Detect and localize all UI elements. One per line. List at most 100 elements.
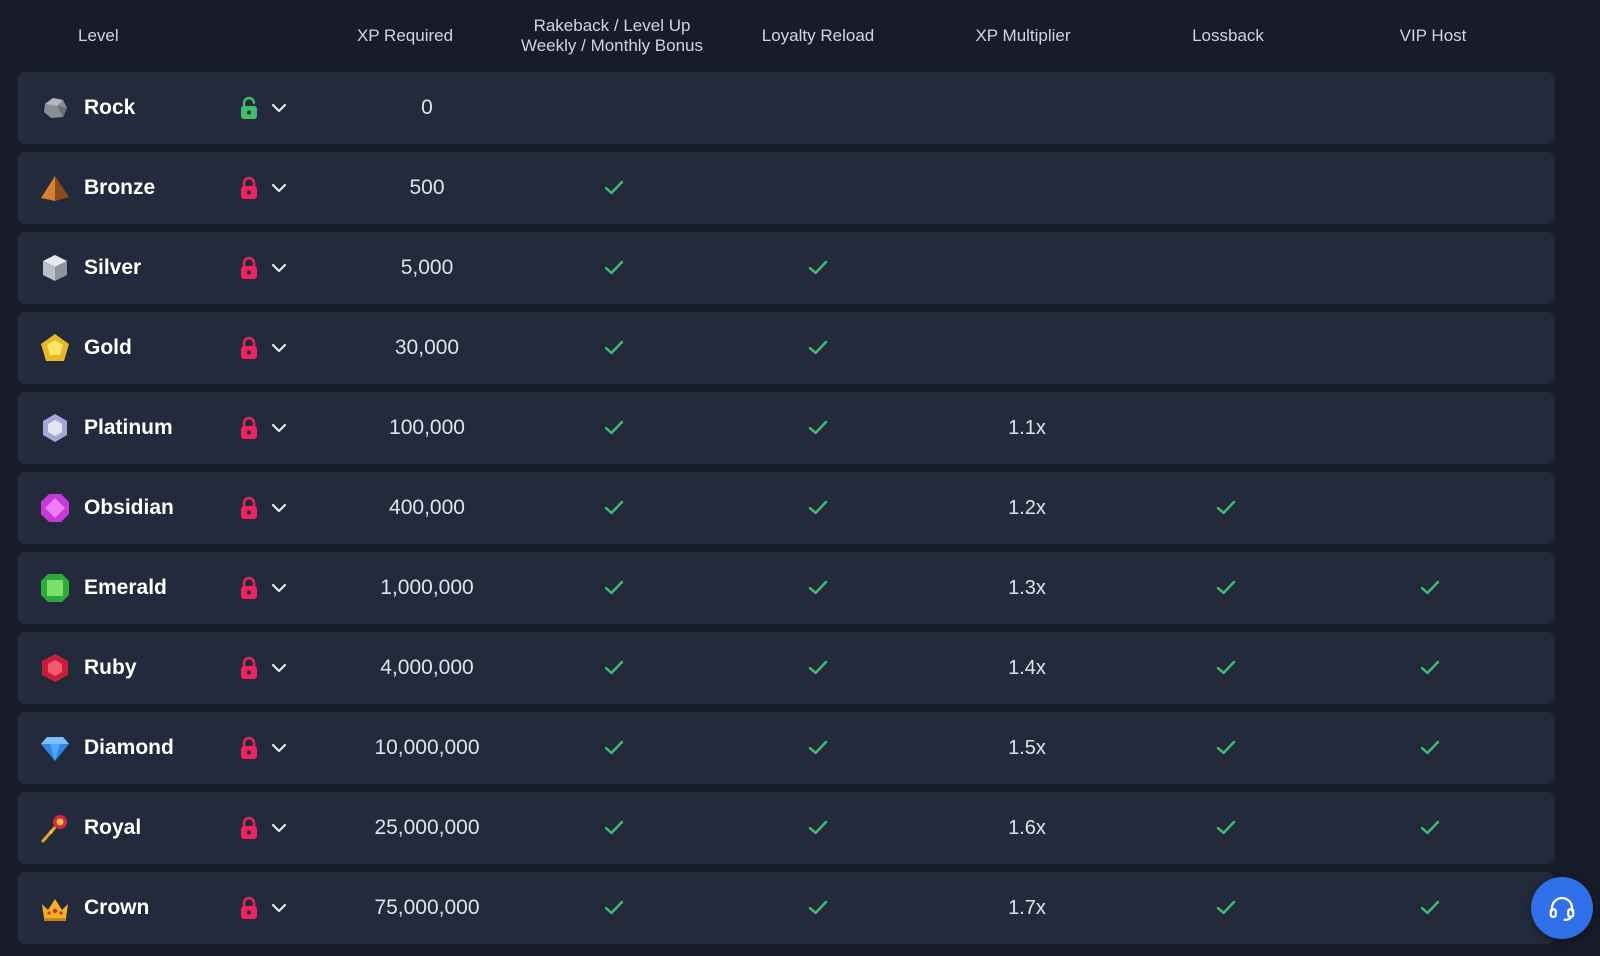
chevron-down-icon[interactable]	[269, 258, 289, 278]
xp-multiplier-value: 1.4x	[1008, 656, 1046, 679]
rakeback-check-icon	[603, 498, 625, 518]
header-loyalty-reload: Loyalty Reload	[761, 26, 875, 45]
lossback-check-icon	[1215, 898, 1237, 918]
xp-required-value: 0	[421, 96, 433, 119]
level-row-platinum[interactable]: Platinum 100,000 1.1x	[17, 392, 1555, 464]
loyalty-reload-check-icon	[807, 818, 829, 838]
level-name: Rock	[84, 96, 136, 119]
xp-required-value: 1,000,000	[380, 576, 474, 599]
diamond-icon	[39, 732, 71, 764]
emerald-gem-icon	[39, 572, 71, 604]
header-rakeback: Rakeback / Level Up Weekly / Monthly Bon…	[500, 0, 724, 72]
rakeback-check-icon	[603, 178, 625, 198]
platinum-hexagon-icon	[39, 412, 71, 444]
level-row-emerald[interactable]: Emerald 1,000,000 1.3x	[17, 552, 1555, 624]
header-xp-multiplier: XP Multiplier	[975, 26, 1071, 45]
chevron-down-icon[interactable]	[269, 98, 289, 118]
lock-icon	[239, 736, 259, 760]
level-name: Ruby	[84, 656, 137, 679]
chevron-down-icon[interactable]	[269, 498, 289, 518]
xp-multiplier-value: 1.3x	[1008, 576, 1046, 599]
xp-multiplier-value: 1.7x	[1008, 896, 1046, 919]
level-row-diamond[interactable]: Diamond 10,000,000 1.5x	[17, 712, 1555, 784]
xp-required-value: 75,000,000	[374, 896, 480, 919]
rakeback-check-icon	[603, 338, 625, 358]
loyalty-reload-check-icon	[807, 738, 829, 758]
header-rakeback-line2: Weekly / Monthly Bonus	[520, 36, 704, 55]
xp-required-value: 5,000	[400, 256, 454, 279]
level-row-bronze[interactable]: Bronze 500	[17, 152, 1555, 224]
xp-multiplier-value: 1.6x	[1008, 816, 1046, 839]
header-vip-host: VIP Host	[1399, 26, 1467, 45]
lossback-check-icon	[1215, 658, 1237, 678]
lock-icon	[239, 656, 259, 680]
chevron-down-icon[interactable]	[269, 818, 289, 838]
table-header: Level XP Required Rakeback / Level Up We…	[0, 0, 1556, 72]
vip-host-check-icon	[1419, 738, 1441, 758]
header-level: Level	[78, 26, 119, 45]
chevron-down-icon[interactable]	[269, 738, 289, 758]
royal-scepter-icon	[39, 812, 71, 844]
level-name: Emerald	[84, 576, 167, 599]
xp-required-value: 30,000	[394, 336, 460, 359]
rakeback-check-icon	[603, 738, 625, 758]
lock-icon	[239, 336, 259, 360]
lock-icon	[239, 176, 259, 200]
support-button[interactable]	[1531, 877, 1593, 939]
level-name: Diamond	[84, 736, 174, 759]
loyalty-reload-check-icon	[807, 898, 829, 918]
header-xp-required: XP Required	[356, 26, 454, 45]
level-row-royal[interactable]: Royal 25,000,000 1.6x	[17, 792, 1555, 864]
level-name: Platinum	[84, 416, 173, 439]
lossback-check-icon	[1215, 498, 1237, 518]
level-name: Obsidian	[84, 496, 174, 519]
rakeback-check-icon	[603, 418, 625, 438]
level-row-silver[interactable]: Silver 5,000	[17, 232, 1555, 304]
rakeback-check-icon	[603, 818, 625, 838]
chevron-down-icon[interactable]	[269, 658, 289, 678]
lock-icon	[239, 576, 259, 600]
chevron-down-icon[interactable]	[269, 418, 289, 438]
vip-host-check-icon	[1419, 658, 1441, 678]
level-name: Royal	[84, 816, 142, 839]
loyalty-reload-check-icon	[807, 658, 829, 678]
silver-cube-icon	[39, 252, 71, 284]
gold-pentagon-icon	[39, 332, 71, 364]
level-row-obsidian[interactable]: Obsidian 400,000 1.2x	[17, 472, 1555, 544]
level-name: Crown	[84, 896, 150, 919]
xp-required-value: 100,000	[389, 416, 465, 439]
loyalty-reload-check-icon	[807, 578, 829, 598]
xp-multiplier-value: 1.5x	[1008, 736, 1046, 759]
chevron-down-icon[interactable]	[269, 178, 289, 198]
level-name: Bronze	[84, 176, 156, 199]
level-name: Gold	[84, 336, 132, 359]
crown-icon	[39, 892, 71, 924]
rakeback-check-icon	[603, 258, 625, 278]
chevron-down-icon[interactable]	[269, 578, 289, 598]
xp-required-value: 400,000	[389, 496, 465, 519]
obsidian-gem-icon	[39, 492, 71, 524]
loyalty-reload-check-icon	[807, 338, 829, 358]
lock-icon	[239, 416, 259, 440]
rakeback-check-icon	[603, 898, 625, 918]
level-row-crown[interactable]: Crown 75,000,000 1.7x	[17, 872, 1555, 944]
lock-icon	[239, 816, 259, 840]
lock-icon	[239, 496, 259, 520]
lossback-check-icon	[1215, 578, 1237, 598]
vip-host-check-icon	[1419, 578, 1441, 598]
chevron-down-icon[interactable]	[269, 898, 289, 918]
level-row-ruby[interactable]: Ruby 4,000,000 1.4x	[17, 632, 1555, 704]
xp-required-value: 25,000,000	[374, 816, 480, 839]
xp-multiplier-value: 1.2x	[1008, 496, 1046, 519]
vip-host-check-icon	[1419, 898, 1441, 918]
chevron-down-icon[interactable]	[269, 338, 289, 358]
loyalty-reload-check-icon	[807, 258, 829, 278]
level-row-rock[interactable]: Rock 0	[17, 72, 1555, 144]
vip-host-check-icon	[1419, 818, 1441, 838]
loyalty-reload-check-icon	[807, 418, 829, 438]
level-name: Silver	[84, 256, 142, 279]
headset-icon	[1549, 896, 1575, 921]
level-row-gold[interactable]: Gold 30,000	[17, 312, 1555, 384]
lock-icon	[239, 256, 259, 280]
xp-required-value: 500	[409, 176, 445, 199]
